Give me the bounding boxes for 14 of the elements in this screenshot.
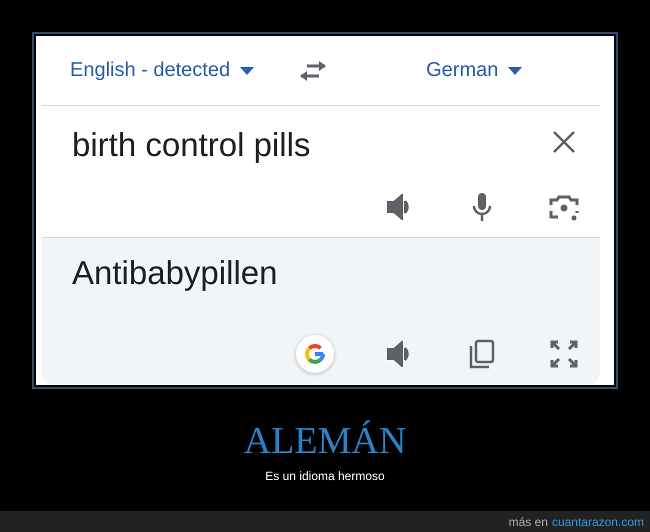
input-text: birth control pills bbox=[72, 126, 310, 164]
target-language-button[interactable]: German bbox=[426, 59, 522, 82]
caption-title: ALEMÁN bbox=[244, 419, 406, 463]
g-logo-icon bbox=[303, 342, 327, 366]
caption-subtitle: Es un idioma hermoso bbox=[265, 469, 385, 483]
source-language-button[interactable]: English - detected bbox=[70, 59, 254, 82]
caret-icon bbox=[240, 66, 254, 74]
logo-button[interactable] bbox=[296, 335, 334, 373]
translation-text: Antibabypillen bbox=[72, 254, 278, 292]
site-link[interactable]: cuantarazon.com bbox=[552, 514, 644, 528]
swap-icon[interactable] bbox=[298, 60, 328, 82]
fullscreen-icon[interactable] bbox=[548, 338, 580, 370]
caret-icon bbox=[508, 66, 522, 74]
footer-text: más en bbox=[508, 514, 548, 528]
